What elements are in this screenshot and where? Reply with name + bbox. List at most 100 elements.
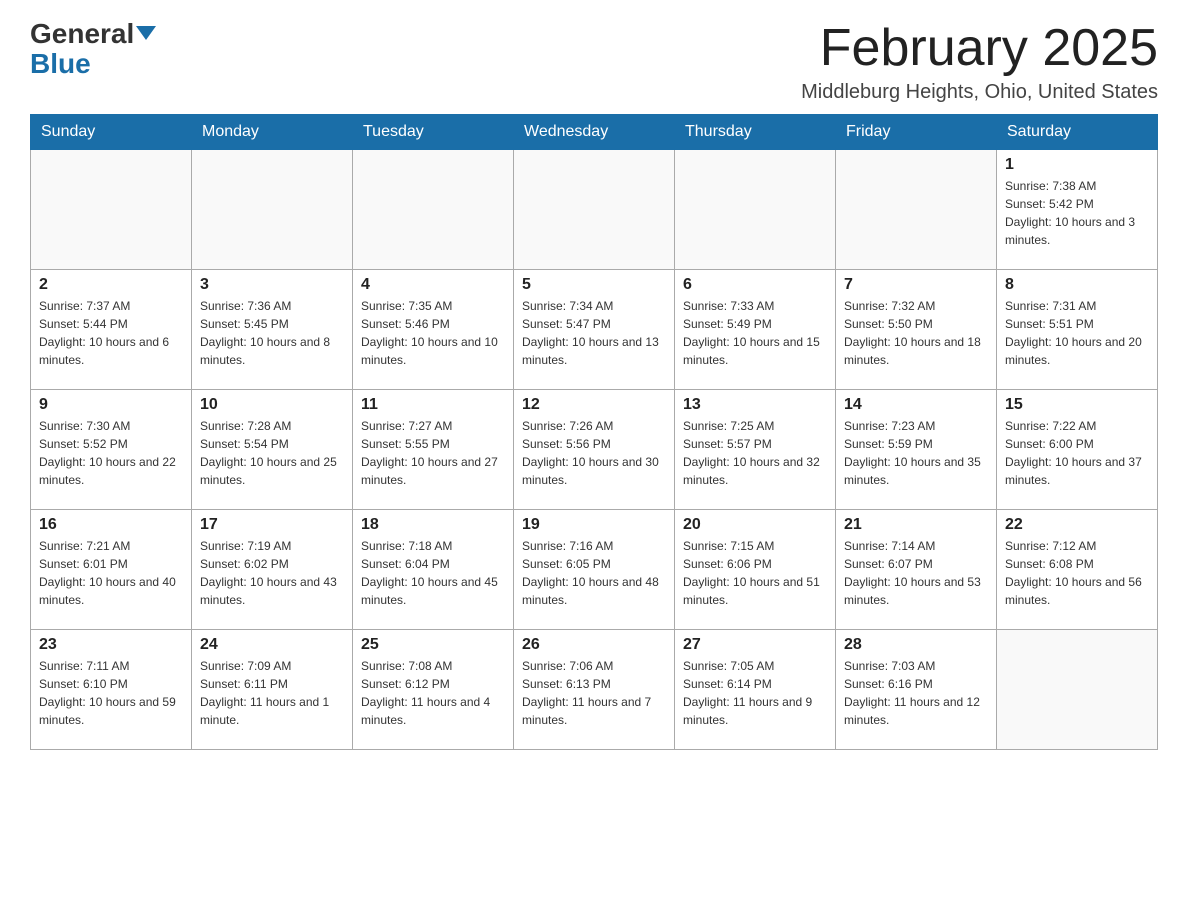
calendar-cell: 16Sunrise: 7:21 AM Sunset: 6:01 PM Dayli… xyxy=(31,510,192,630)
day-info: Sunrise: 7:21 AM Sunset: 6:01 PM Dayligh… xyxy=(39,537,183,609)
calendar-header: SundayMondayTuesdayWednesdayThursdayFrid… xyxy=(31,115,1158,150)
day-info: Sunrise: 7:05 AM Sunset: 6:14 PM Dayligh… xyxy=(683,657,827,729)
day-info: Sunrise: 7:28 AM Sunset: 5:54 PM Dayligh… xyxy=(200,417,344,489)
day-info: Sunrise: 7:12 AM Sunset: 6:08 PM Dayligh… xyxy=(1005,537,1149,609)
day-info: Sunrise: 7:22 AM Sunset: 6:00 PM Dayligh… xyxy=(1005,417,1149,489)
calendar-cell xyxy=(192,150,353,270)
day-number: 21 xyxy=(844,516,988,534)
calendar-cell: 19Sunrise: 7:16 AM Sunset: 6:05 PM Dayli… xyxy=(514,510,675,630)
day-info: Sunrise: 7:34 AM Sunset: 5:47 PM Dayligh… xyxy=(522,297,666,369)
day-info: Sunrise: 7:23 AM Sunset: 5:59 PM Dayligh… xyxy=(844,417,988,489)
calendar-cell: 5 Sunrise: 7:34 AM Sunset: 5:47 PM Daylig… xyxy=(514,270,675,390)
day-info: Sunrise: 7:32 AM Sunset: 5:50 PM Dayligh… xyxy=(844,297,988,369)
day-info: Sunrise: 7:19 AM Sunset: 6:02 PM Dayligh… xyxy=(200,537,344,609)
day-info: Sunrise: 7:31 AM Sunset: 5:51 PM Dayligh… xyxy=(1005,297,1149,369)
day-number: 25 xyxy=(361,636,505,654)
calendar-cell: 24Sunrise: 7:09 AM Sunset: 6:11 PM Dayli… xyxy=(192,630,353,750)
day-info: Sunrise: 7:38 AM Sunset: 5:42 PM Dayligh… xyxy=(1005,177,1149,249)
day-info: Sunrise: 7:37 AM Sunset: 5:44 PM Dayligh… xyxy=(39,297,183,369)
day-number: 9 xyxy=(39,396,183,414)
day-number: 2 xyxy=(39,276,183,294)
calendar-cell: 20Sunrise: 7:15 AM Sunset: 6:06 PM Dayli… xyxy=(675,510,836,630)
calendar-cell: 10Sunrise: 7:28 AM Sunset: 5:54 PM Dayli… xyxy=(192,390,353,510)
day-info: Sunrise: 7:27 AM Sunset: 5:55 PM Dayligh… xyxy=(361,417,505,489)
calendar-cell: 21 Sunrise: 7:14 AM Sunset: 6:07 PM Dayli… xyxy=(836,510,997,630)
week-row-2: 2 Sunrise: 7:37 AM Sunset: 5:44 PM Daylig… xyxy=(31,270,1158,390)
weekday-header-sunday: Sunday xyxy=(31,115,192,150)
calendar-cell xyxy=(31,150,192,270)
calendar-cell: 7 Sunrise: 7:32 AM Sunset: 5:50 PM Daylig… xyxy=(836,270,997,390)
day-info: Sunrise: 7:16 AM Sunset: 6:05 PM Dayligh… xyxy=(522,537,666,609)
calendar-body: 1 Sunrise: 7:38 AM Sunset: 5:42 PM Daylig… xyxy=(31,150,1158,750)
calendar-cell: 27 Sunrise: 7:05 AM Sunset: 6:14 PM Dayli… xyxy=(675,630,836,750)
day-info: Sunrise: 7:14 AM Sunset: 6:07 PM Dayligh… xyxy=(844,537,988,609)
week-row-3: 9 Sunrise: 7:30 AM Sunset: 5:52 PM Daylig… xyxy=(31,390,1158,510)
calendar-cell xyxy=(514,150,675,270)
day-info: Sunrise: 7:09 AM Sunset: 6:11 PM Dayligh… xyxy=(200,657,344,729)
weekday-header-monday: Monday xyxy=(192,115,353,150)
day-info: Sunrise: 7:15 AM Sunset: 6:06 PM Dayligh… xyxy=(683,537,827,609)
day-info: Sunrise: 7:35 AM Sunset: 5:46 PM Dayligh… xyxy=(361,297,505,369)
day-number: 7 xyxy=(844,276,988,294)
calendar-cell: 26Sunrise: 7:06 AM Sunset: 6:13 PM Dayli… xyxy=(514,630,675,750)
week-row-1: 1 Sunrise: 7:38 AM Sunset: 5:42 PM Daylig… xyxy=(31,150,1158,270)
day-number: 6 xyxy=(683,276,827,294)
day-info: Sunrise: 7:03 AM Sunset: 6:16 PM Dayligh… xyxy=(844,657,988,729)
day-number: 22 xyxy=(1005,516,1149,534)
day-info: Sunrise: 7:18 AM Sunset: 6:04 PM Dayligh… xyxy=(361,537,505,609)
day-number: 5 xyxy=(522,276,666,294)
calendar-cell xyxy=(675,150,836,270)
day-info: Sunrise: 7:36 AM Sunset: 5:45 PM Dayligh… xyxy=(200,297,344,369)
calendar-cell xyxy=(353,150,514,270)
calendar-cell: 11Sunrise: 7:27 AM Sunset: 5:55 PM Dayli… xyxy=(353,390,514,510)
calendar-cell xyxy=(836,150,997,270)
calendar-subtitle: Middleburg Heights, Ohio, United States xyxy=(801,81,1158,104)
day-number: 1 xyxy=(1005,156,1149,174)
calendar-cell: 8 Sunrise: 7:31 AM Sunset: 5:51 PM Daylig… xyxy=(997,270,1158,390)
day-info: Sunrise: 7:11 AM Sunset: 6:10 PM Dayligh… xyxy=(39,657,183,729)
calendar-cell: 17 Sunrise: 7:19 AM Sunset: 6:02 PM Dayli… xyxy=(192,510,353,630)
day-info: Sunrise: 7:08 AM Sunset: 6:12 PM Dayligh… xyxy=(361,657,505,729)
day-info: Sunrise: 7:33 AM Sunset: 5:49 PM Dayligh… xyxy=(683,297,827,369)
calendar-cell: 22 Sunrise: 7:12 AM Sunset: 6:08 PM Dayli… xyxy=(997,510,1158,630)
calendar-cell: 9 Sunrise: 7:30 AM Sunset: 5:52 PM Daylig… xyxy=(31,390,192,510)
calendar-cell: 3 Sunrise: 7:36 AM Sunset: 5:45 PM Daylig… xyxy=(192,270,353,390)
day-number: 12 xyxy=(522,396,666,414)
calendar-title: February 2025 xyxy=(801,20,1158,77)
calendar-cell: 6 Sunrise: 7:33 AM Sunset: 5:49 PM Daylig… xyxy=(675,270,836,390)
calendar-cell: 12 Sunrise: 7:26 AM Sunset: 5:56 PM Dayli… xyxy=(514,390,675,510)
calendar-cell: 23Sunrise: 7:11 AM Sunset: 6:10 PM Dayli… xyxy=(31,630,192,750)
day-info: Sunrise: 7:26 AM Sunset: 5:56 PM Dayligh… xyxy=(522,417,666,489)
title-section: February 2025 Middleburg Heights, Ohio, … xyxy=(801,20,1158,104)
day-number: 17 xyxy=(200,516,344,534)
calendar-cell: 25 Sunrise: 7:08 AM Sunset: 6:12 PM Dayli… xyxy=(353,630,514,750)
calendar-cell: 14 Sunrise: 7:23 AM Sunset: 5:59 PM Dayli… xyxy=(836,390,997,510)
day-info: Sunrise: 7:30 AM Sunset: 5:52 PM Dayligh… xyxy=(39,417,183,489)
calendar-cell: 1 Sunrise: 7:38 AM Sunset: 5:42 PM Daylig… xyxy=(997,150,1158,270)
calendar-cell: 15Sunrise: 7:22 AM Sunset: 6:00 PM Dayli… xyxy=(997,390,1158,510)
weekday-header-friday: Friday xyxy=(836,115,997,150)
day-number: 18 xyxy=(361,516,505,534)
weekday-header-row: SundayMondayTuesdayWednesdayThursdayFrid… xyxy=(31,115,1158,150)
day-info: Sunrise: 7:25 AM Sunset: 5:57 PM Dayligh… xyxy=(683,417,827,489)
calendar-cell: 4 Sunrise: 7:35 AM Sunset: 5:46 PM Daylig… xyxy=(353,270,514,390)
day-number: 3 xyxy=(200,276,344,294)
logo-general: General xyxy=(30,20,156,48)
calendar-cell: 28 Sunrise: 7:03 AM Sunset: 6:16 PM Dayli… xyxy=(836,630,997,750)
day-number: 4 xyxy=(361,276,505,294)
calendar-cell: 13Sunrise: 7:25 AM Sunset: 5:57 PM Dayli… xyxy=(675,390,836,510)
day-number: 8 xyxy=(1005,276,1149,294)
day-number: 28 xyxy=(844,636,988,654)
week-row-5: 23Sunrise: 7:11 AM Sunset: 6:10 PM Dayli… xyxy=(31,630,1158,750)
week-row-4: 16Sunrise: 7:21 AM Sunset: 6:01 PM Dayli… xyxy=(31,510,1158,630)
calendar-cell: 2 Sunrise: 7:37 AM Sunset: 5:44 PM Daylig… xyxy=(31,270,192,390)
calendar-table: SundayMondayTuesdayWednesdayThursdayFrid… xyxy=(30,114,1158,750)
day-number: 14 xyxy=(844,396,988,414)
day-info: Sunrise: 7:06 AM Sunset: 6:13 PM Dayligh… xyxy=(522,657,666,729)
weekday-header-wednesday: Wednesday xyxy=(514,115,675,150)
page-header: General Blue February 2025 Middleburg He… xyxy=(30,20,1158,104)
calendar-cell xyxy=(997,630,1158,750)
day-number: 27 xyxy=(683,636,827,654)
calendar-cell: 18 Sunrise: 7:18 AM Sunset: 6:04 PM Dayli… xyxy=(353,510,514,630)
logo: General Blue xyxy=(30,20,156,78)
